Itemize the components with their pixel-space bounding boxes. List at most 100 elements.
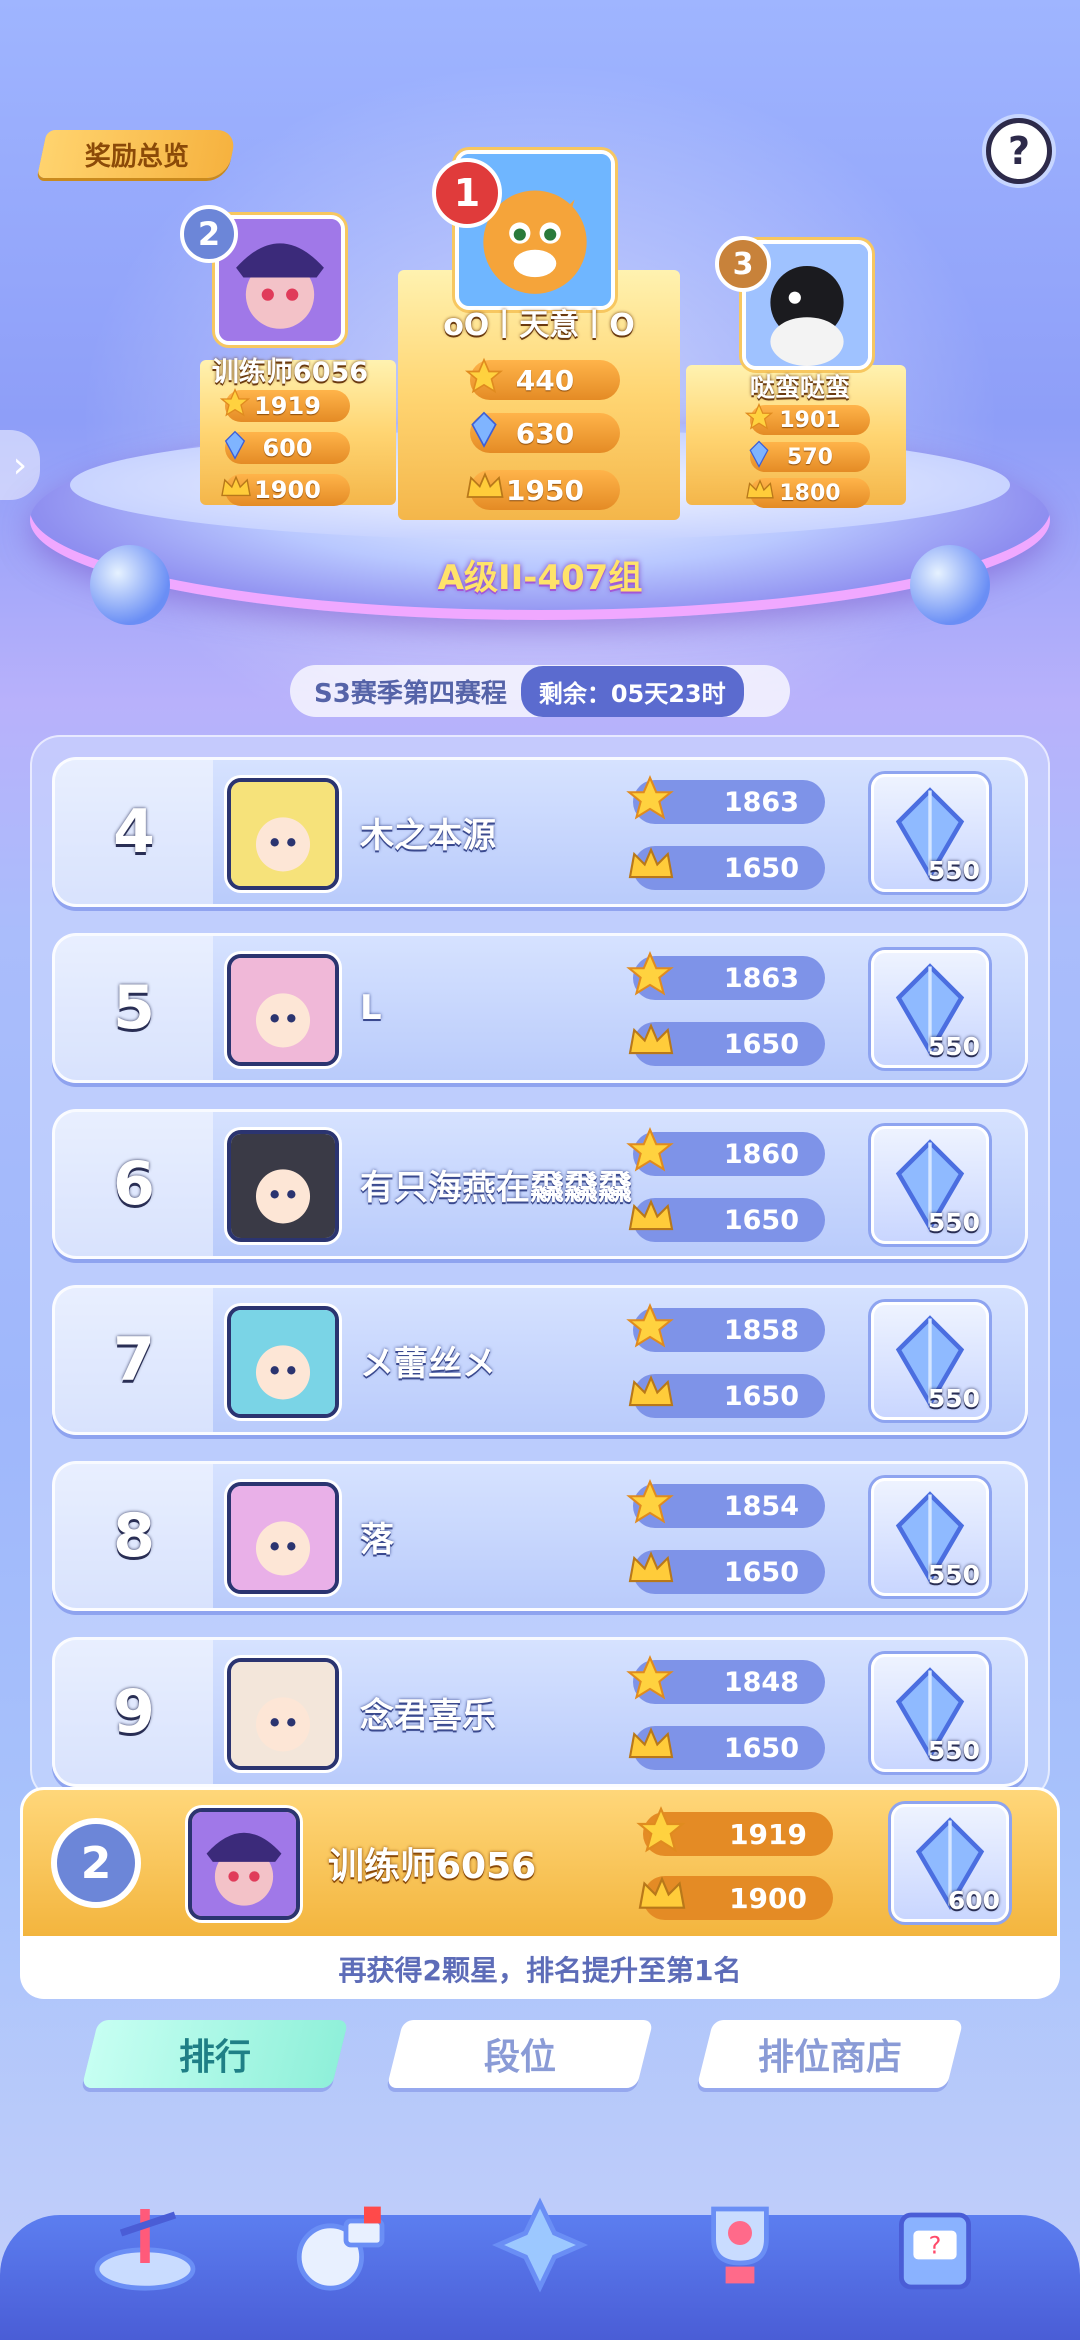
row-rank: 5 [55, 936, 213, 1080]
row-reward-box[interactable]: 550 [871, 774, 989, 892]
tab-tier[interactable]: 段位 [386, 2020, 654, 2088]
self-crowns-value: 1900 [729, 1881, 807, 1915]
self-crowns: 1900 [638, 1876, 833, 1920]
crown-icon [625, 1724, 677, 1773]
table-row[interactable]: 7 メ蕾丝メ 1858 1650 550 [52, 1285, 1028, 1435]
first-place-medal-icon: 1 [432, 158, 502, 228]
row-stars: 1860 [626, 1127, 825, 1176]
top1-crystals-value: 630 [515, 416, 575, 450]
row-reward-qty: 550 [927, 1384, 980, 1413]
row-reward-box[interactable]: 550 [871, 1478, 989, 1596]
top2-stars-value: 1919 [254, 392, 321, 420]
star-icon [625, 1654, 675, 1711]
table-row[interactable]: 6 有只海燕在飝飝飝 1860 1650 550 [52, 1109, 1028, 1259]
crown-icon [744, 477, 776, 509]
row-reward-qty: 550 [927, 1032, 980, 1061]
row-reward-box[interactable]: 550 [871, 1126, 989, 1244]
row-player-name: 木之本源 [360, 815, 496, 856]
row-crowns: 1650 [628, 1726, 825, 1770]
top1-crowns: 1950 [466, 470, 620, 510]
self-reward-box[interactable]: 600 [891, 1804, 1009, 1922]
row-avatar[interactable] [227, 1130, 339, 1242]
tab-ranking[interactable]: 排行 [81, 2020, 349, 2088]
top1-name: oO丨天意丨O [443, 308, 635, 343]
gamepad-icon [491, 2197, 589, 2293]
top2-crystals-value: 600 [262, 434, 313, 462]
crown-icon [625, 1372, 677, 1421]
crown-icon [625, 1548, 677, 1597]
row-crowns-value: 1650 [723, 1380, 799, 1412]
top3-rank: 3 [732, 246, 754, 282]
row-rank: 8 [55, 1464, 213, 1608]
crystal-icon [744, 439, 774, 475]
table-row[interactable]: 5 L 1863 1650 550 [52, 933, 1028, 1083]
row-avatar[interactable] [227, 778, 339, 890]
top2-rank: 2 [197, 215, 221, 253]
whistle-icon [296, 2206, 385, 2291]
row-avatar[interactable] [227, 1306, 339, 1418]
row-player-name: 念君喜乐 [360, 1695, 496, 1736]
top3-crystals: 570 [749, 440, 870, 472]
self-avatar[interactable] [188, 1808, 300, 1920]
self-rank-row[interactable]: 2 训练师6056 1919 1900 600 [20, 1787, 1060, 1939]
svg-text:?: ? [929, 2231, 942, 2259]
row-rank: 7 [55, 1288, 213, 1432]
arena-icon [94, 2209, 196, 2291]
row-reward-qty: 550 [927, 1560, 980, 1589]
reward-overview-button[interactable]: 奖励总览 [36, 130, 238, 178]
season-title: S3赛季第四赛程 [314, 678, 507, 709]
group-label: A级II-407组 [437, 558, 643, 598]
nav-slot-machine[interactable]: ? [870, 2180, 1000, 2310]
player-avatar-icon [231, 1310, 335, 1414]
crown-icon [625, 1020, 677, 1069]
top3-crystals-value: 570 [787, 444, 833, 470]
star-icon [625, 1126, 675, 1183]
crystal-icon [219, 429, 251, 467]
row-avatar[interactable] [227, 1482, 339, 1594]
player-avatar-icon [231, 1662, 335, 1766]
nav-gamepad[interactable] [475, 2180, 605, 2310]
tab-rank-shop[interactable]: 排位商店 [696, 2020, 964, 2088]
trainer-avatar-icon [192, 1812, 296, 1916]
trophy-icon [711, 2206, 769, 2284]
row-avatar[interactable] [227, 954, 339, 1066]
row-stars-value: 1854 [723, 1490, 799, 1522]
row-reward-box[interactable]: 550 [871, 950, 989, 1068]
crown-icon [219, 473, 253, 507]
tab-rank-shop-label: 排位商店 [757, 2037, 902, 2078]
row-player-name: 落 [360, 1519, 394, 1560]
row-player-name: L [360, 988, 382, 1028]
top2-crystals: 600 [224, 430, 350, 464]
row-reward-box[interactable]: 550 [871, 1654, 989, 1772]
row-reward-box[interactable]: 550 [871, 1302, 989, 1420]
row-reward-qty: 550 [927, 856, 980, 885]
self-stars: 1919 [636, 1806, 833, 1856]
crown-icon [625, 844, 677, 893]
nav-trophy[interactable] [675, 2180, 805, 2310]
top1-stars-value: 440 [515, 363, 575, 397]
crown-icon [625, 1196, 677, 1245]
star-icon [464, 357, 504, 404]
table-row[interactable]: 8 落 1854 1650 550 [52, 1461, 1028, 1611]
row-crowns: 1650 [628, 1198, 825, 1242]
self-reward-qty: 600 [947, 1886, 1000, 1915]
row-stars-value: 1863 [723, 786, 799, 818]
row-avatar[interactable] [227, 1658, 339, 1770]
row-rank: 9 [55, 1640, 213, 1784]
nav-arena[interactable] [80, 2180, 210, 2310]
star-icon [635, 1805, 687, 1864]
self-stars-value: 1919 [729, 1817, 807, 1851]
top3-stars-value: 1901 [779, 407, 841, 433]
row-crowns: 1650 [628, 846, 825, 890]
self-rank-tip: 再获得2颗星，排名提升至第1名 [20, 1939, 1060, 1999]
slot-machine-icon: ? [899, 2212, 971, 2290]
help-button[interactable]: ? [986, 118, 1052, 184]
table-row[interactable]: 4 木之本源 1863 1650 550 [52, 757, 1028, 907]
table-row[interactable]: 9 念君喜乐 1848 1650 550 [52, 1637, 1028, 1787]
row-rank: 4 [55, 760, 213, 904]
nav-whistle[interactable] [275, 2180, 405, 2310]
crystal-icon [464, 410, 504, 457]
top1-crystals: 630 [470, 411, 620, 453]
row-crowns-value: 1650 [723, 1028, 799, 1060]
row-stars: 1854 [626, 1479, 825, 1528]
